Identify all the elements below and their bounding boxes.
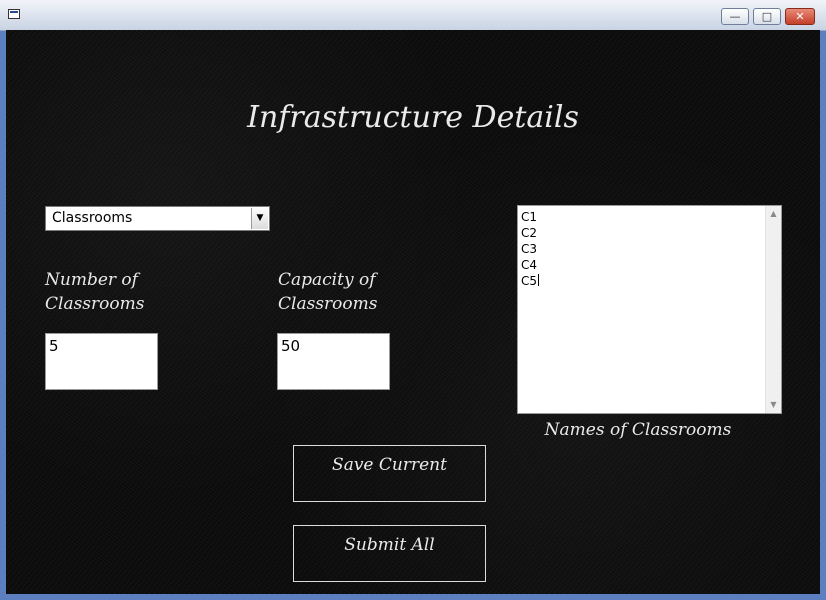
capacity-of-classrooms-input[interactable]: 50 [277,333,390,390]
capacity-of-classrooms-label: Capacity of Classrooms [278,270,378,314]
chevron-down-icon[interactable]: ▼ [251,208,268,229]
title-bar[interactable]: — □ ✕ [0,0,826,31]
list-item: C3 [521,242,538,256]
submit-all-button[interactable]: Submit All [293,525,486,582]
vertical-scrollbar[interactable]: ▲ ▼ [765,206,781,413]
list-item-text: C5 [521,274,538,288]
number-of-classrooms-label: Number of Classrooms [45,270,145,314]
names-of-classrooms-label: Names of Classrooms [544,420,732,440]
list-item: C2 [521,226,538,240]
page-title: Infrastructure Details [247,100,579,136]
text-cursor [538,274,540,286]
save-current-label: Save Current [332,455,447,475]
scroll-down-icon[interactable]: ▼ [766,397,781,413]
maximize-button[interactable]: □ [753,8,781,25]
window-bottom-border [0,594,826,600]
save-current-button[interactable]: Save Current [293,445,486,502]
submit-all-label: Submit All [344,535,435,555]
app-window: — □ ✕ Infrastructure Details Classrooms … [0,0,826,600]
classroom-names-list: C1 C2 C3 C4 C5 [521,209,540,289]
close-button[interactable]: ✕ [785,8,815,25]
category-select[interactable]: Classrooms ▼ [45,206,270,231]
list-item: C1 [521,210,538,224]
minimize-button[interactable]: — [721,8,749,25]
scroll-up-icon[interactable]: ▲ [766,206,781,222]
list-item: C5 [521,273,540,289]
list-item: C4 [521,258,538,272]
app-window-icon[interactable] [8,9,20,19]
number-of-classrooms-input[interactable]: 5 [45,333,158,390]
classroom-names-textarea[interactable]: C1 C2 C3 C4 C5 ▲ ▼ [517,205,782,414]
category-select-value: Classrooms [52,210,133,226]
